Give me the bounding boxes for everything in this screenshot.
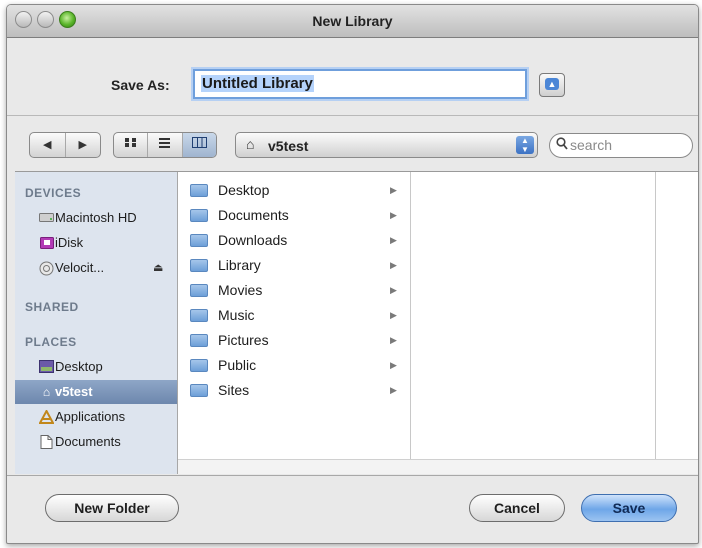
applications-icon — [38, 408, 55, 424]
sidebar: DEVICES Macintosh HD iDisk Velocit... ⏏ — [15, 172, 178, 474]
browser-column-2: || — [411, 172, 656, 474]
chevron-right-icon: ▶ — [390, 235, 397, 245]
back-forward-control: ◀ ▶ — [29, 132, 101, 158]
chevron-right-icon: ▶ — [390, 385, 397, 395]
sidebar-item-label: Velocit... — [55, 260, 105, 275]
location-label: v5test — [268, 138, 309, 154]
folder-icon — [190, 284, 208, 297]
folder-icon — [190, 209, 208, 222]
forward-button[interactable]: ▶ — [66, 133, 101, 157]
list-item[interactable]: Documents ▶ — [178, 203, 410, 228]
column-view-icon — [191, 137, 207, 148]
list-view-icon — [159, 138, 171, 148]
sidebar-heading-places[interactable]: PLACES — [25, 335, 77, 349]
network-volume-icon — [39, 261, 54, 276]
item-label: Movies — [218, 282, 263, 298]
column-view-button[interactable] — [182, 133, 216, 157]
sidebar-item-label: Applications — [55, 409, 126, 424]
icon-view-icon — [125, 138, 137, 147]
home-icon: ⌂ — [246, 136, 255, 152]
folder-icon — [190, 234, 208, 247]
back-button[interactable]: ◀ — [30, 133, 66, 157]
item-label: Pictures — [218, 332, 269, 348]
cancel-button[interactable]: Cancel — [469, 494, 565, 522]
item-label: Public — [218, 357, 257, 373]
sidebar-heading-devices[interactable]: DEVICES — [25, 186, 81, 200]
hard-disk-icon — [39, 211, 54, 225]
item-label: Documents — [218, 207, 289, 223]
sidebar-heading-shared[interactable]: SHARED — [25, 300, 79, 314]
chevron-right-icon: ▶ — [390, 310, 397, 320]
home-icon: ⌂ — [42, 385, 51, 399]
expand-collapse-button[interactable]: ▲ — [539, 73, 565, 97]
sidebar-item-macintosh-hd[interactable]: Macintosh HD — [15, 206, 177, 230]
documents-icon — [39, 435, 54, 449]
list-item[interactable]: Library ▶ — [178, 253, 410, 278]
list-item[interactable]: Pictures ▶ — [178, 328, 410, 353]
browser-column-1: Desktop ▶ Documents ▶ Downloads ▶ Library ▶ … — [178, 172, 411, 474]
divider — [7, 475, 698, 476]
save-button[interactable]: Save — [581, 494, 677, 522]
save-as-value[interactable]: Untitled Library — [201, 75, 314, 92]
sidebar-item-documents[interactable]: Documents — [15, 430, 177, 454]
save-as-field[interactable]: Untitled Library — [193, 69, 527, 99]
sidebar-item-label: Documents — [55, 434, 121, 449]
chevron-right-icon: ▶ — [390, 285, 397, 295]
list-item[interactable]: Public ▶ — [178, 353, 410, 378]
folder-icon — [190, 259, 208, 272]
list-view-button[interactable] — [148, 133, 183, 157]
horizontal-scrollbar[interactable] — [178, 459, 698, 474]
sidebar-item-desktop[interactable]: Desktop — [15, 355, 177, 379]
sidebar-item-idisk[interactable]: iDisk — [15, 231, 177, 255]
save-dialog-window: New Library Save As: Untitled Library ▲ … — [6, 4, 699, 544]
list-item[interactable]: Sites ▶ — [178, 378, 410, 403]
search-icon — [556, 137, 568, 153]
file-browser: DEVICES Macintosh HD iDisk Velocit... ⏏ — [15, 171, 698, 474]
item-label: Music — [218, 307, 255, 323]
item-label: Desktop — [218, 182, 270, 198]
chevron-right-icon: ▶ — [390, 360, 397, 370]
popup-arrows-icon: ▲ ▼ — [516, 136, 534, 154]
sidebar-item-label: v5test — [55, 384, 93, 399]
sidebar-item-velocity[interactable]: Velocit... ⏏ — [15, 256, 177, 280]
icon-view-button[interactable] — [114, 133, 149, 157]
item-label: Library — [218, 257, 261, 273]
list-item[interactable]: Movies ▶ — [178, 278, 410, 303]
chevron-right-icon: ▶ — [390, 185, 397, 195]
list-item[interactable]: Downloads ▶ — [178, 228, 410, 253]
sidebar-item-label: Macintosh HD — [55, 210, 137, 225]
chevron-right-icon: ▶ — [390, 210, 397, 220]
folder-icon — [190, 384, 208, 397]
new-folder-button[interactable]: New Folder — [45, 494, 179, 522]
view-mode-control — [113, 132, 217, 158]
sidebar-item-label: Desktop — [55, 359, 103, 374]
divider — [7, 115, 698, 116]
sidebar-item-applications[interactable]: Applications — [15, 405, 177, 429]
back-arrow-icon: ◀ — [43, 139, 52, 151]
location-popup[interactable]: ⌂ v5test ▲ ▼ — [235, 132, 538, 158]
item-label: Downloads — [218, 232, 288, 248]
item-label: Sites — [218, 382, 250, 398]
chevron-right-icon: ▶ — [390, 335, 397, 345]
folder-icon — [190, 334, 208, 347]
folder-icon — [190, 359, 208, 372]
forward-arrow-icon: ▶ — [78, 139, 87, 151]
list-item[interactable]: Music ▶ — [178, 303, 410, 328]
sidebar-item-v5test[interactable]: ⌂ v5test — [15, 380, 177, 404]
folder-icon — [190, 184, 208, 197]
save-as-label: Save As: — [111, 77, 170, 93]
search-field[interactable] — [549, 133, 693, 158]
search-input[interactable] — [570, 137, 680, 153]
folder-icon — [190, 309, 208, 322]
title-bar[interactable]: New Library — [7, 5, 698, 38]
chevron-right-icon: ▶ — [390, 260, 397, 270]
eject-icon[interactable]: ⏏ — [153, 256, 163, 280]
window-title: New Library — [312, 13, 393, 29]
desktop-icon — [39, 360, 54, 374]
list-item[interactable]: Desktop ▶ — [178, 178, 410, 203]
triangle-up-icon: ▲ — [545, 78, 559, 90]
sidebar-item-label: iDisk — [55, 235, 84, 250]
idisk-icon — [39, 236, 54, 250]
